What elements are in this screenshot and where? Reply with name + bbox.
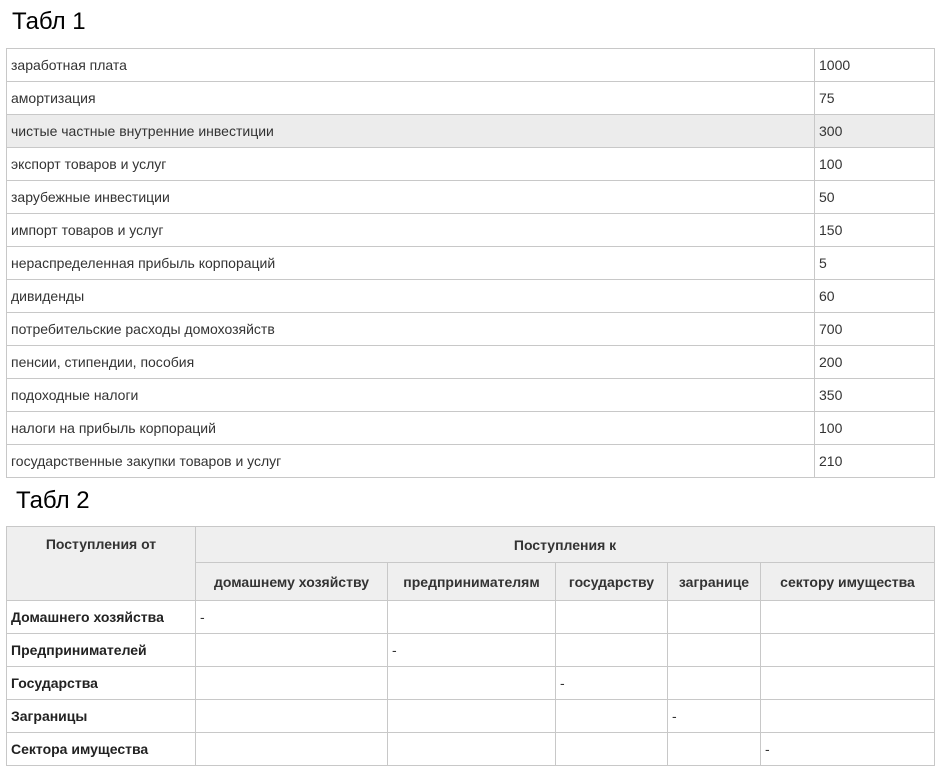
column-header: государству (555, 562, 668, 601)
header-from: Поступления от (6, 526, 196, 601)
matrix-cell (759, 633, 936, 667)
row-value: 1000 (814, 48, 935, 82)
column-header: загранице (667, 562, 761, 601)
row-value: 210 (814, 444, 935, 478)
matrix-cell (759, 699, 936, 733)
table-row: импорт товаров и услуг 150 (6, 213, 935, 247)
table-row: нераспределенная прибыль корпораций 5 (6, 246, 935, 280)
table-row: Сектора имущества - (6, 732, 936, 766)
matrix-cell (387, 600, 556, 634)
row-label: чистые частные внутренние инвестиции (6, 114, 815, 148)
matrix-cell (555, 699, 668, 733)
matrix-cell: - (759, 732, 936, 766)
matrix-cell (759, 666, 936, 700)
row-value: 50 (814, 180, 935, 214)
column-header: сектору имущества (759, 562, 936, 601)
row-label: Сектора имущества (6, 732, 196, 766)
row-value: 75 (814, 81, 935, 115)
row-value: 60 (814, 279, 935, 313)
header-to: Поступления к (194, 525, 936, 564)
matrix-cell: - (387, 633, 556, 667)
matrix-cell (387, 666, 556, 700)
row-value: 150 (814, 213, 935, 247)
matrix-cell (195, 732, 388, 766)
row-label: государственные закупки товаров и услуг (6, 444, 815, 478)
table-row: налоги на прибыль корпораций 100 (6, 411, 935, 445)
row-label: подоходные налоги (6, 378, 815, 412)
matrix-cell (195, 633, 388, 667)
matrix-cell (667, 600, 761, 634)
matrix-cell (387, 699, 556, 733)
matrix-cell (195, 666, 388, 700)
row-label: зарубежные инвестиции (6, 180, 815, 214)
table-row: Предпринимателей - (6, 633, 936, 667)
table-row: государственные закупки товаров и услуг 2… (6, 444, 935, 478)
matrix-cell (667, 666, 761, 700)
table-row: амортизация 75 (6, 81, 935, 115)
row-value: 300 (814, 114, 935, 148)
row-label: Государства (6, 666, 196, 700)
table-row: Государства - (6, 666, 936, 700)
row-value: 5 (814, 246, 935, 280)
matrix-cell (667, 633, 761, 667)
row-label: нераспределенная прибыль корпораций (6, 246, 815, 280)
row-label: амортизация (6, 81, 815, 115)
row-value: 200 (814, 345, 935, 379)
income-data-table: заработная плата 1000 амортизация 75 чисты… (6, 48, 935, 478)
row-label: Заграницы (6, 699, 196, 733)
row-label: потребительские расходы домохозяйств (6, 312, 815, 346)
table-row: пенсии, стипендии, пособия 200 (6, 345, 935, 379)
column-header: предпринимателям (387, 562, 556, 601)
table-row-highlighted: чистые частные внутренние инвестиции 300 (6, 114, 935, 148)
row-label: дивиденды (6, 279, 815, 313)
table-row: зарубежные инвестиции 50 (6, 180, 935, 214)
row-label: налоги на прибыль корпораций (6, 411, 815, 445)
matrix-cell: - (195, 600, 388, 634)
table2-caption: Табл 2 (16, 487, 90, 514)
table-row: Заграницы - (6, 699, 936, 733)
row-label: Домашнего хозяйства (6, 600, 196, 634)
row-label: импорт товаров и услуг (6, 213, 815, 247)
column-header: домашнему хозяйству (195, 562, 388, 601)
row-value: 100 (814, 411, 935, 445)
row-label: пенсии, стипендии, пособия (6, 345, 815, 379)
matrix-cell (759, 600, 936, 634)
matrix-cell: - (555, 666, 668, 700)
table-row: подоходные налоги 350 (6, 378, 935, 412)
row-label: заработная плата (6, 48, 815, 82)
row-value: 100 (814, 147, 935, 181)
matrix-cell (387, 732, 556, 766)
row-value: 700 (814, 312, 935, 346)
matrix-cell: - (667, 699, 761, 733)
row-label: Предпринимателей (6, 633, 196, 667)
matrix-cell (667, 732, 761, 766)
matrix-cell (555, 732, 668, 766)
matrix-cell (195, 699, 388, 733)
matrix-cell (555, 600, 668, 634)
row-value: 350 (814, 378, 935, 412)
row-label: экспорт товаров и услуг (6, 147, 815, 181)
matrix-cell (555, 633, 668, 667)
table1-caption: Табл 1 (12, 8, 86, 35)
table-row: заработная плата 1000 (6, 48, 935, 82)
table-row: потребительские расходы домохозяйств 700 (6, 312, 935, 346)
flows-matrix-table: Поступления от Поступления к домашнему х… (6, 525, 936, 766)
table-row: дивиденды 60 (6, 279, 935, 313)
table-row: Домашнего хозяйства - (6, 600, 936, 634)
table-row: экспорт товаров и услуг 100 (6, 147, 935, 181)
